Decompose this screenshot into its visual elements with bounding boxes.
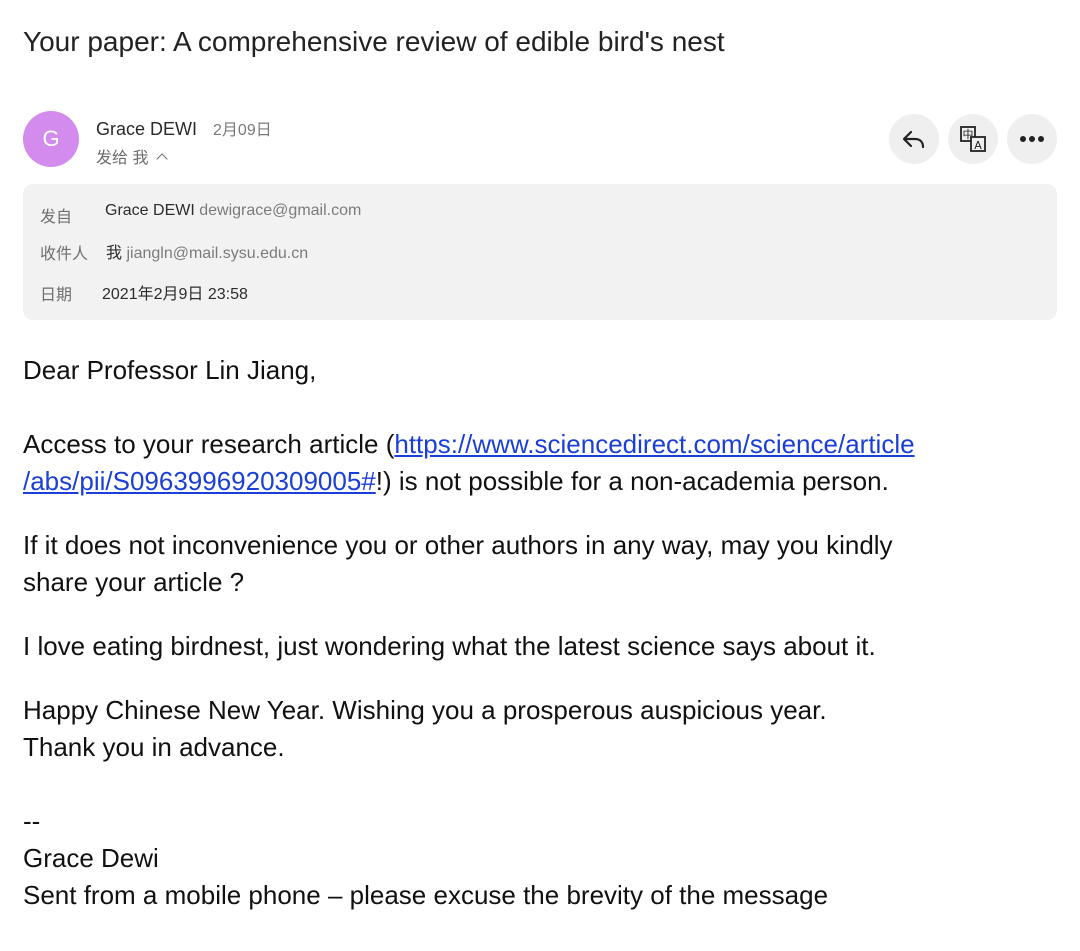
more-button[interactable]	[1007, 114, 1057, 164]
to-name[interactable]: 我	[106, 245, 122, 262]
access-prefix: Access to your research article (	[23, 429, 395, 459]
newyear-paragraph: Happy Chinese New Year. Wishing you a pr…	[23, 692, 1063, 766]
sender-line: Grace DEWI 2月09日	[96, 116, 272, 140]
from-label: 发自	[40, 209, 73, 226]
avatar[interactable]: G	[23, 111, 79, 167]
article-link-line2: /abs/pii/S0963996920309005#	[23, 466, 376, 496]
to-value: 我 jiangln@mail.sysu.edu.cn	[106, 239, 308, 263]
from-value: Grace DEWI dewigrace@gmail.com	[105, 202, 361, 220]
thanks-line: Thank you in advance.	[23, 732, 285, 762]
to-email[interactable]: jiangln@mail.sysu.edu.cn	[126, 245, 308, 262]
details-panel: 发自 Grace DEWI dewigrace@gmail.com 收件人 我 …	[23, 184, 1057, 320]
greeting: Dear Professor Lin Jiang,	[23, 355, 317, 385]
from-name[interactable]: Grace DEWI	[105, 202, 195, 219]
reply-button[interactable]	[889, 114, 939, 164]
translate-button[interactable]: 中 A	[948, 114, 998, 164]
sender-date: 2月09日	[213, 122, 272, 139]
from-email[interactable]: dewigrace@gmail.com	[199, 202, 361, 219]
email-body: Dear Professor Lin Jiang, Access to your…	[23, 352, 1063, 914]
recipients-summary: 发给 我	[96, 150, 149, 167]
signature: -- Grace Dewi Sent from a mobile phone –…	[23, 803, 1063, 914]
email-subject: Your paper: A comprehensive review of ed…	[23, 26, 725, 57]
request-paragraph: If it does not inconvenience you or othe…	[23, 527, 1063, 601]
request-line2: share your article ?	[23, 567, 245, 597]
translate-icon: 中 A	[960, 126, 986, 152]
recipients-toggle[interactable]: 发给 我	[96, 144, 169, 168]
svg-text:A: A	[974, 139, 982, 152]
love-paragraph: I love eating birdnest, just wondering w…	[23, 631, 876, 661]
request-line1: If it does not inconvenience you or othe…	[23, 530, 893, 560]
more-icon	[1020, 136, 1044, 142]
newyear-line: Happy Chinese New Year. Wishing you a pr…	[23, 695, 827, 725]
sender-name[interactable]: Grace DEWI	[96, 119, 197, 140]
access-suffix: !) is not possible for a non-academia pe…	[375, 466, 889, 496]
chevron-up-icon	[156, 152, 169, 165]
date-label: 日期	[40, 287, 73, 304]
reply-icon	[902, 130, 925, 149]
date-value: 2021年2月9日 23:58	[102, 286, 248, 303]
signature-separator: --	[23, 806, 41, 836]
access-paragraph: Access to your research article (https:/…	[23, 426, 1063, 500]
signature-note: Sent from a mobile phone – please excuse…	[23, 880, 829, 910]
to-label: 收件人	[40, 246, 89, 263]
avatar-letter: G	[42, 126, 60, 151]
signature-name: Grace Dewi	[23, 843, 159, 873]
article-link-line1: https://www.sciencedirect.com/science/ar…	[394, 429, 915, 459]
